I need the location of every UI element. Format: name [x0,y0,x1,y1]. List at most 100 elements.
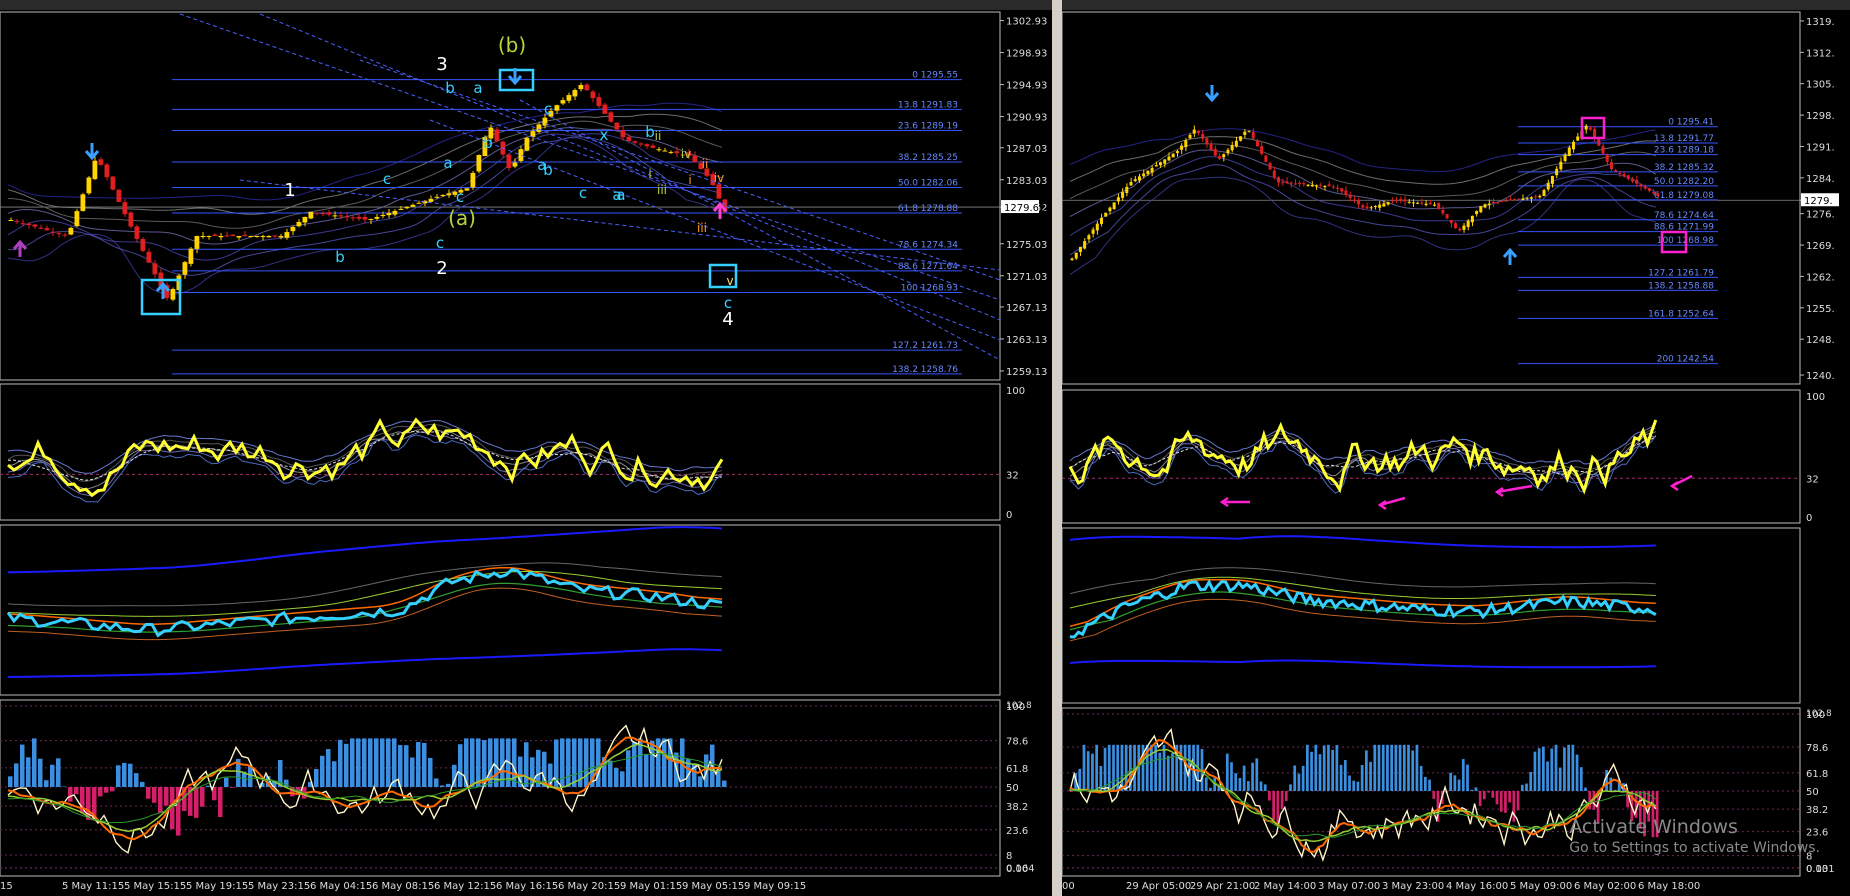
candle-body [578,85,584,90]
candle-body [1491,201,1495,203]
candle-body [1171,153,1175,158]
osc-histogram-bar [1432,791,1436,799]
osc-histogram-bar [320,755,325,787]
osc-histogram-bar [1411,750,1415,791]
wave-label-cyan: a [537,156,546,174]
candle-body [650,145,656,148]
candle-body [1395,199,1399,201]
candle-body [1357,200,1361,205]
candle-body [302,216,308,223]
osc-histogram-bar [1263,784,1267,791]
osc-histogram-bar [1070,791,1073,792]
candle-body [1167,156,1171,161]
osc-histogram-bar [332,761,337,787]
osc-histogram-bar [98,787,103,797]
candle-body [674,151,680,154]
wave-label-cyan: x [600,126,609,144]
candle-body [188,248,194,264]
fib-level-label: 50.0 1282.06 [898,179,958,189]
osc-histogram-bar [1166,755,1170,791]
candle-body [1289,182,1293,184]
osc-top-label: 102.8 [1006,701,1032,711]
candle-body [224,235,230,237]
candle-body [1428,202,1432,205]
osc-histogram-bar [1331,749,1334,791]
candle-body [476,155,482,172]
price-tick-label: 1259.13 [1006,367,1047,378]
candle-body [1441,209,1445,214]
osc-histogram-bar [128,763,133,787]
osc-histogram-bar [428,757,433,787]
time-axis-label: 2 May 14:00 [1254,881,1316,892]
rsi-tick-label: 0 [1806,513,1812,524]
osc-histogram-bar [122,762,127,787]
wave-label-small: iii [657,183,667,197]
candle-body [1437,203,1441,209]
left-chart-window[interactable]: 1302.93 1298.93 1294.93 1290.93 1287.03 1283.… [0,0,1052,896]
osc-histogram-bar [1369,761,1372,791]
right-chart-window[interactable]: 1319. 1312. 1305. 1298. 1291. 1284. 1279. 1276.… [1062,0,1850,896]
candle-body [50,231,56,233]
candle-body [506,154,512,168]
candle-body [374,216,380,219]
right-chart-svg[interactable]: 1319. 1312. 1305. 1298. 1291. 1284. 1279. 1276.… [1062,0,1850,896]
candle-body [428,198,434,202]
candle-body [572,90,578,97]
candle-body [1116,197,1120,202]
candle-body [32,224,38,227]
osc-histogram-bar [422,742,427,787]
candle-body [1087,235,1091,240]
candle-body [1542,190,1546,196]
candle-body [1255,140,1259,147]
osc-histogram-bar [146,787,151,799]
osc-histogram-bar [68,787,73,802]
candle-body [368,218,374,220]
candle-body [1293,183,1297,185]
candle-body [1319,184,1323,186]
candle-body [1365,206,1369,209]
candle-body [1656,193,1660,196]
candle-body [536,124,542,132]
osc-histogram-bar [620,771,625,787]
candle-body [170,288,176,300]
time-axis-label: 6 May 20:15 [558,881,620,892]
candle-body [446,193,452,196]
candle-body [380,214,386,217]
price-tick-label: 1287.03 [1006,144,1047,155]
price-tick-label: 1263.13 [1006,335,1047,346]
osc-histogram-bar [230,787,235,788]
left-chart-svg[interactable]: 1302.93 1298.93 1294.93 1290.93 1287.03 1283.… [0,0,1052,896]
osc-histogram-bar [476,738,481,787]
candle-body [608,112,614,122]
price-tick-label: 1271.03 [1006,272,1047,283]
osc-histogram-bar [1301,765,1305,791]
fib-level-label: 13.8 1291.77 [1654,134,1714,144]
candle-body [1373,205,1377,207]
fib-level-label: 50.0 1282.20 [1654,177,1714,187]
fib-level-label: 23.6 1289.19 [898,121,958,131]
price-tick-label: 1290.93 [1006,113,1047,124]
fib-level-label: 78.6 1274.34 [898,240,958,250]
osc-histogram-bar [32,738,37,787]
osc-histogram-bar [416,741,421,787]
candle-body [1369,207,1373,209]
candle-body [92,160,98,180]
candle-body [1104,212,1108,217]
candle-body [1454,223,1458,229]
time-axis-label: 5 May 23:15 [248,881,310,892]
candle-body [1348,194,1352,198]
candle-body [1150,167,1154,173]
candle-body [1399,198,1403,201]
osc-histogram-bar [1605,770,1608,791]
osc-histogram-bar [1348,775,1351,791]
fib-level-label: 88.6 1271.64 [898,262,958,272]
osc-histogram-bar [314,769,319,787]
osc-histogram-bar [14,763,19,787]
candle-body [1070,258,1074,261]
osc-histogram-bar [1571,744,1575,791]
candle-body [1074,252,1078,259]
osc-histogram-bar [1112,744,1115,791]
wave-label-white: 1 [284,180,295,201]
candle-body [434,196,440,198]
candle-body [1496,202,1500,204]
